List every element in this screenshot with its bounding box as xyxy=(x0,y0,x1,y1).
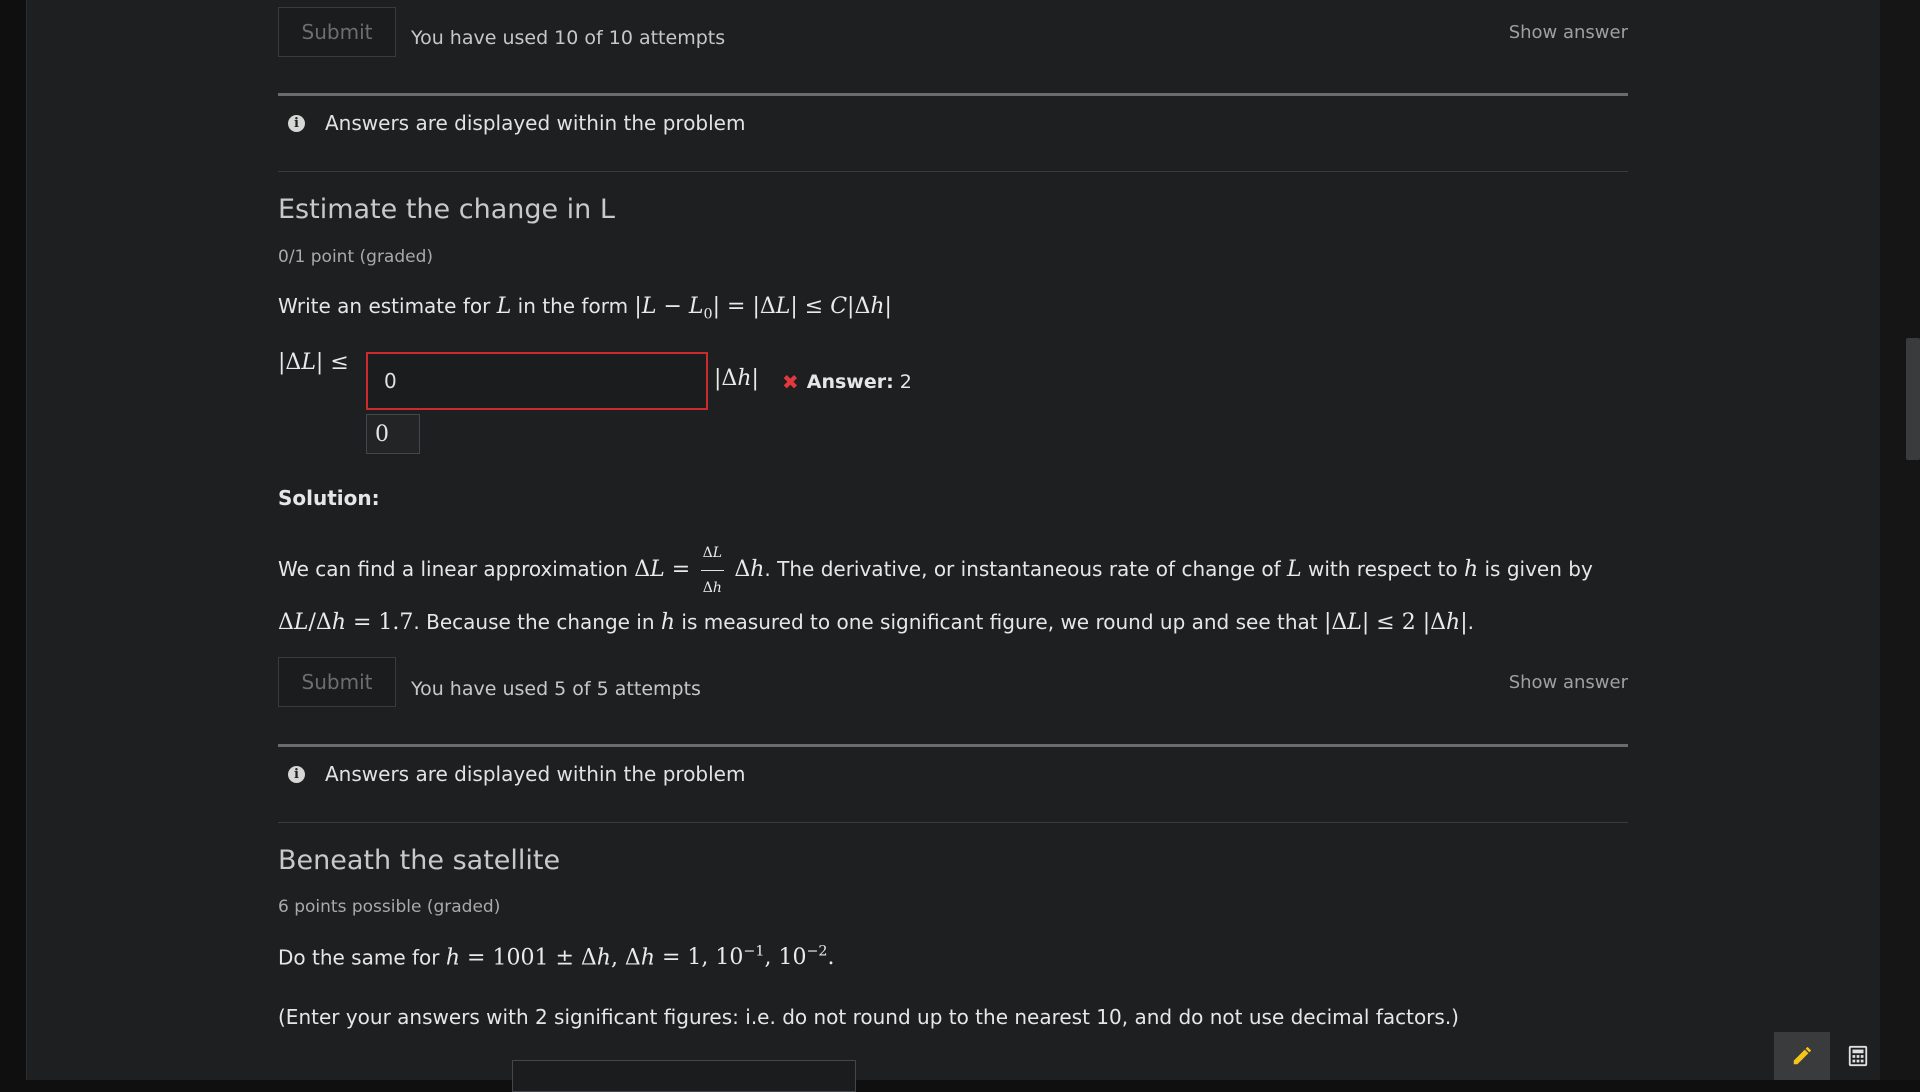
answer-status: ✖ Answer: 2 xyxy=(782,370,912,394)
notice-text: Answers are displayed within the problem xyxy=(325,111,746,135)
answers-notice-previous: i Answers are displayed within the probl… xyxy=(288,111,745,135)
scrollbar-thumb[interactable] xyxy=(1906,338,1920,460)
calculator-button[interactable] xyxy=(1830,1032,1886,1080)
math-form-expression: |L − L0| = |ΔL| ≤ C|Δh| xyxy=(634,294,892,323)
show-answer-button-previous[interactable]: Show answer xyxy=(1509,22,1628,43)
answer-label: Answer: xyxy=(806,371,894,393)
math-preview: 0 xyxy=(366,414,420,454)
prompt-text: in the form xyxy=(517,294,629,318)
problem-title-satellite: Beneath the satellite xyxy=(278,845,561,876)
submit-button-previous[interactable]: Submit xyxy=(278,7,396,57)
attempts-text-previous: You have used 10 of 10 attempts xyxy=(411,27,726,49)
calculator-icon xyxy=(1848,1045,1868,1067)
pencil-icon xyxy=(1793,1046,1812,1065)
answer-value: 2 xyxy=(899,371,912,393)
problem-points: 0/1 point (graded) xyxy=(278,247,434,267)
divider xyxy=(278,822,1628,823)
math-h-values: h = 1001 ± Δh, Δh = 1, 10−1, 10−2. xyxy=(445,944,835,971)
solution-heading: Solution: xyxy=(278,486,380,510)
divider xyxy=(278,93,1628,96)
prompt-text: Write an estimate for xyxy=(278,294,491,318)
math-fraction: ΔL Δh xyxy=(700,536,724,605)
info-icon: i xyxy=(288,114,305,132)
show-answer-button[interactable]: Show answer xyxy=(1509,672,1628,693)
math-delta-h: |Δh| xyxy=(714,366,759,391)
incorrect-icon: ✖ xyxy=(782,370,799,394)
divider xyxy=(278,171,1628,172)
problem-points-satellite: 6 points possible (graded) xyxy=(278,897,501,917)
answer-input-c[interactable] xyxy=(366,352,708,410)
instructions-text: (Enter your answers with 2 significant f… xyxy=(278,1005,1459,1029)
problem-title: Estimate the change in L xyxy=(278,194,615,225)
notes-button[interactable] xyxy=(1774,1032,1830,1080)
solution-text: We can find a linear approximation ΔL = … xyxy=(278,536,1593,640)
problem-content: Submit You have used 10 of 10 attempts S… xyxy=(278,0,1628,1092)
divider xyxy=(278,744,1628,747)
math-var-L: L xyxy=(496,294,512,319)
submit-button[interactable]: Submit xyxy=(278,657,396,707)
info-icon: i xyxy=(288,765,305,783)
math-delta-l-leq: |ΔL| ≤ xyxy=(278,350,349,375)
answers-notice: i Answers are displayed within the probl… xyxy=(288,762,745,786)
scrollbar-track[interactable] xyxy=(1880,0,1920,1080)
answer-input-satellite[interactable] xyxy=(512,1060,856,1092)
attempts-text: You have used 5 of 5 attempts xyxy=(411,678,701,700)
problem-prompt: Write an estimate for L in the form |L −… xyxy=(278,294,892,322)
notice-text: Answers are displayed within the problem xyxy=(325,762,746,786)
problem-prompt-satellite: Do the same for h = 1001 ± Δh, Δh = 1, 1… xyxy=(278,944,835,971)
